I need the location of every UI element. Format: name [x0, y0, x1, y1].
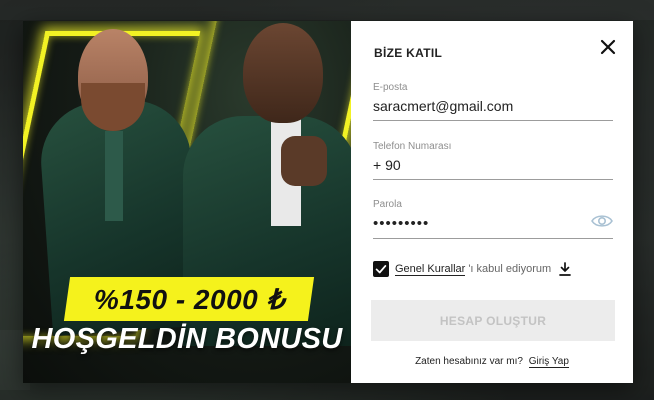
register-form-panel: BİZE KATIL E-posta saracmert@gmail.com T…: [351, 21, 633, 383]
login-prompt-text: Zaten hesabınız var mı?: [415, 356, 523, 367]
terms-link[interactable]: Genel Kurallar: [395, 263, 466, 276]
checkmark-icon: [375, 265, 387, 274]
welcome-bonus-title: HOŞGELDİN BONUSU: [31, 323, 343, 355]
password-input[interactable]: •••••••••: [373, 215, 613, 238]
phone-label: Telefon Numarası: [373, 141, 452, 152]
terms-row: Genel Kurallar 'ı kabul ediyorum: [373, 261, 571, 277]
promo-banner: %150 - 2000 ₺ HOŞGELDİN BONUSU: [23, 21, 351, 383]
password-field[interactable]: Parola •••••••••: [373, 199, 613, 239]
register-modal: %150 - 2000 ₺ HOŞGELDİN BONUSU BİZE KATI…: [23, 21, 633, 383]
email-field[interactable]: E-posta saracmert@gmail.com: [373, 82, 613, 121]
terms-checkbox[interactable]: [373, 261, 389, 277]
login-link[interactable]: Giriş Yap: [528, 356, 569, 368]
bonus-amount-badge: %150 - 2000 ₺: [63, 277, 315, 321]
form-title: BİZE KATIL: [374, 46, 443, 60]
eye-icon[interactable]: [591, 213, 613, 229]
download-icon[interactable]: [559, 262, 571, 276]
email-label: E-posta: [373, 82, 408, 93]
phone-input[interactable]: + 90: [373, 157, 613, 179]
create-account-button[interactable]: HESAP OLUŞTUR: [371, 300, 615, 341]
login-prompt-row: Zaten hesabınız var mı? Giriş Yap: [351, 356, 633, 368]
email-input[interactable]: saracmert@gmail.com: [373, 98, 613, 120]
bonus-amount-text: %150 - 2000 ₺: [93, 283, 285, 315]
close-icon[interactable]: [599, 38, 617, 56]
password-label: Parola: [373, 199, 402, 210]
phone-field[interactable]: Telefon Numarası + 90: [373, 141, 613, 180]
terms-accept-text: 'ı kabul ediyorum: [468, 263, 552, 275]
